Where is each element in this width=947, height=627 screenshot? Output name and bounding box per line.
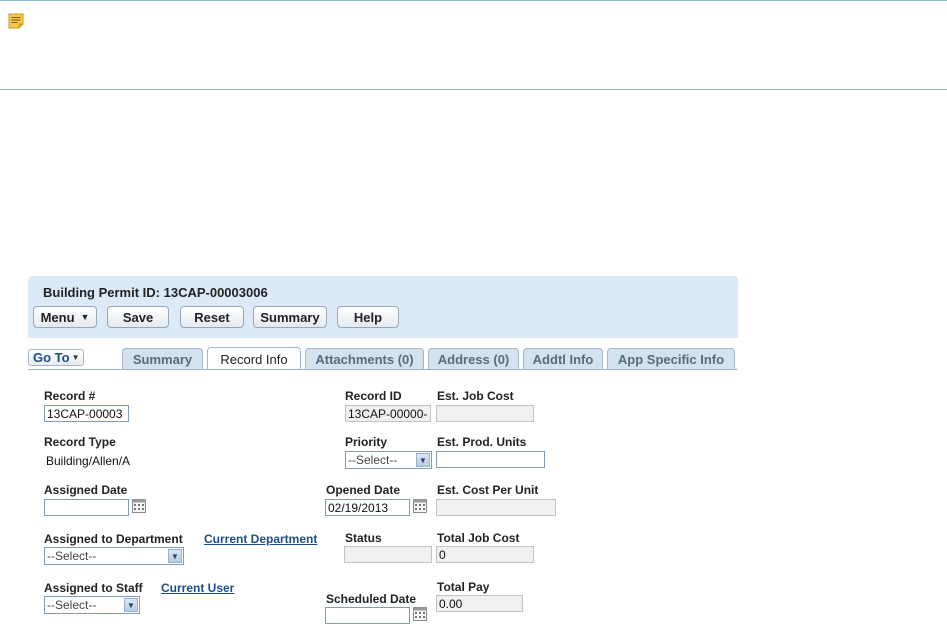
- tab-content-border: [28, 369, 738, 370]
- scheduled-date-input[interactable]: [325, 607, 410, 624]
- chevron-down-icon: ▼: [71, 353, 80, 362]
- page-title: Building Permit ID: 13CAP-00003006: [43, 285, 268, 300]
- assigned-dept-select-value: --Select--: [47, 549, 97, 563]
- tab-summary[interactable]: Summary: [122, 348, 203, 369]
- tab-app-specific-info[interactable]: App Specific Info: [607, 348, 735, 369]
- total-job-cost-field: 0: [436, 546, 534, 563]
- scheduled-date-label: Scheduled Date: [326, 592, 417, 606]
- tab-address[interactable]: Address (0): [428, 348, 519, 369]
- tab-record-info[interactable]: Record Info: [207, 347, 301, 370]
- total-job-cost-label: Total Job Cost: [437, 531, 520, 545]
- total-pay-label: Total Pay: [437, 580, 490, 594]
- assigned-dept-select[interactable]: --Select-- ▼: [44, 547, 184, 565]
- est-cost-per-unit-label: Est. Cost Per Unit: [437, 483, 539, 497]
- chevron-down-icon: ▼: [80, 312, 90, 322]
- record-type-value: Building/Allen/A: [46, 454, 130, 468]
- chevron-down-icon: ▼: [168, 549, 182, 563]
- chevron-down-icon: ▼: [416, 453, 430, 467]
- est-job-cost-label: Est. Job Cost: [437, 389, 514, 403]
- menu-button-label: Menu: [40, 309, 75, 325]
- total-pay-field: 0.00: [436, 595, 523, 612]
- calendar-icon[interactable]: [132, 499, 146, 513]
- tab-addtl-info[interactable]: Addtl Info: [523, 348, 603, 369]
- assigned-staff-select-value: --Select--: [47, 598, 97, 612]
- assigned-staff-label: Assigned to Staff: [44, 581, 143, 595]
- priority-label: Priority: [345, 435, 388, 449]
- record-no-label: Record #: [44, 389, 96, 403]
- record-id-label: Record ID: [345, 389, 402, 403]
- est-prod-units-label: Est. Prod. Units: [437, 435, 527, 449]
- record-no-input[interactable]: 13CAP-00003: [44, 405, 129, 422]
- calendar-icon[interactable]: [413, 499, 427, 513]
- goto-dropdown[interactable]: Go To ▼: [28, 349, 84, 366]
- opened-date-input[interactable]: 02/19/2013: [325, 499, 410, 516]
- menu-button[interactable]: Menu ▼: [33, 306, 97, 328]
- assigned-date-input[interactable]: [44, 499, 129, 516]
- record-type-label: Record Type: [44, 435, 116, 449]
- tab-attachments[interactable]: Attachments (0): [305, 348, 424, 369]
- status-label: Status: [345, 531, 382, 545]
- assigned-staff-select[interactable]: --Select-- ▼: [44, 596, 140, 614]
- record-header-panel: Building Permit ID: 13CAP-00003006 Menu …: [28, 276, 738, 338]
- note-bar: [0, 0, 947, 90]
- est-job-cost-field: [436, 405, 534, 422]
- status-field: [344, 546, 432, 563]
- assigned-date-label: Assigned Date: [44, 483, 128, 497]
- opened-date-label: Opened Date: [326, 483, 401, 497]
- goto-label: Go To: [33, 350, 70, 365]
- est-prod-units-input[interactable]: [436, 451, 545, 468]
- assigned-dept-label: Assigned to Department: [44, 532, 183, 546]
- priority-select-value: --Select--: [348, 453, 398, 467]
- chevron-down-icon: ▼: [124, 598, 138, 612]
- calendar-icon[interactable]: [413, 607, 427, 621]
- est-cost-per-unit-field: [436, 499, 556, 516]
- priority-select[interactable]: --Select-- ▼: [345, 451, 432, 469]
- save-button[interactable]: Save: [107, 306, 169, 328]
- summary-button[interactable]: Summary: [253, 306, 327, 328]
- reset-button[interactable]: Reset: [180, 306, 244, 328]
- current-department-link[interactable]: Current Department: [204, 532, 317, 546]
- note-icon: [8, 13, 24, 29]
- record-id-field: 13CAP-00000-: [345, 405, 431, 422]
- current-user-link[interactable]: Current User: [161, 581, 234, 595]
- help-button[interactable]: Help: [337, 306, 399, 328]
